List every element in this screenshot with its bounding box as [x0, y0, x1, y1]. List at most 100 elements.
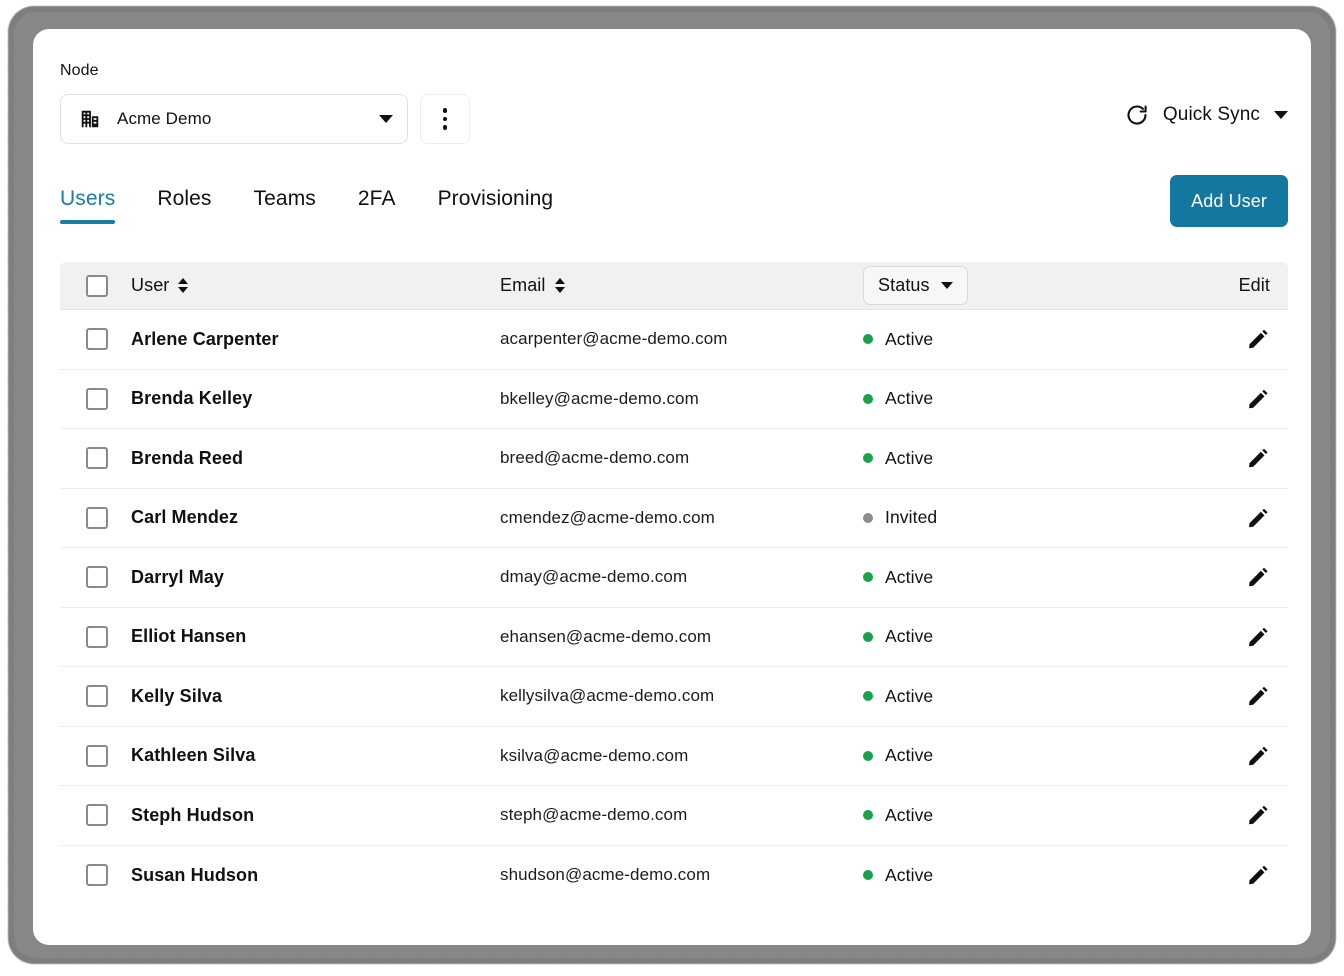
cell-user: Elliot Hansen — [131, 626, 500, 647]
select-all-checkbox[interactable] — [86, 274, 108, 297]
column-header-email-label: Email — [500, 275, 546, 295]
edit-pencil-icon[interactable] — [1246, 446, 1270, 470]
kebab-dot — [442, 125, 448, 130]
status-badge: Active — [885, 745, 934, 766]
status-badge: Active — [885, 388, 934, 409]
cell-status: Active — [863, 626, 1173, 647]
user-email: shudson@acme-demo.com — [500, 865, 711, 885]
edit-pencil-icon[interactable] — [1246, 803, 1270, 827]
status-badge: Active — [885, 566, 934, 587]
table-row[interactable]: Brenda Reed breed@acme-demo.com Active — [60, 429, 1288, 489]
row-checkbox[interactable] — [86, 387, 108, 410]
sort-icon[interactable] — [178, 278, 189, 293]
status-dot — [863, 810, 873, 821]
row-checkbox[interactable] — [86, 804, 108, 827]
edit-pencil-icon[interactable] — [1246, 565, 1270, 589]
row-checkbox[interactable] — [86, 864, 108, 887]
column-header-user[interactable]: User — [131, 275, 500, 296]
row-checkbox[interactable] — [86, 506, 108, 529]
cell-email: acarpenter@acme-demo.com — [500, 329, 863, 349]
status-dot — [863, 334, 873, 345]
user-name: Brenda Kelley — [131, 388, 253, 409]
add-user-button[interactable]: Add User — [1170, 175, 1288, 227]
row-select-cell — [60, 864, 131, 887]
row-select-cell — [60, 625, 131, 648]
user-email: acarpenter@acme-demo.com — [500, 329, 728, 349]
cell-edit — [1173, 684, 1288, 708]
table-row[interactable]: Brenda Kelley bkelley@acme-demo.com Active — [60, 370, 1288, 429]
chevron-down-icon — [940, 282, 953, 289]
tab-2fa[interactable]: 2FA — [358, 187, 396, 224]
user-email: dmay@acme-demo.com — [500, 567, 688, 587]
status-filter-dropdown[interactable]: Status — [863, 266, 968, 305]
edit-pencil-icon[interactable] — [1246, 387, 1270, 411]
edit-pencil-icon[interactable] — [1246, 684, 1270, 708]
table-row[interactable]: Steph Hudson steph@acme-demo.com Active — [60, 786, 1288, 846]
tab-users[interactable]: Users — [60, 187, 116, 224]
status-dot — [863, 453, 873, 464]
user-name: Elliot Hansen — [131, 626, 247, 647]
row-checkbox[interactable] — [86, 447, 108, 470]
cell-email: steph@acme-demo.com — [500, 805, 863, 825]
user-email: steph@acme-demo.com — [500, 805, 688, 825]
cell-edit — [1173, 803, 1288, 827]
tab-roles[interactable]: Roles — [157, 187, 211, 224]
cell-user: Darryl May — [131, 567, 500, 588]
cell-edit — [1173, 565, 1288, 589]
column-header-edit: Edit — [1173, 275, 1288, 296]
row-checkbox[interactable] — [86, 566, 108, 589]
cell-status: Active — [863, 329, 1173, 350]
node-selector[interactable]: Acme Demo — [60, 94, 408, 144]
building-icon — [79, 108, 101, 130]
status-dot — [863, 870, 873, 881]
chevron-down-icon — [379, 115, 393, 123]
cell-status: Active — [863, 865, 1173, 886]
edit-pencil-icon[interactable] — [1246, 863, 1270, 887]
edit-pencil-icon[interactable] — [1246, 327, 1270, 351]
tab-provisioning[interactable]: Provisioning — [438, 187, 554, 224]
cell-status: Active — [863, 448, 1173, 469]
node-more-options-button[interactable] — [420, 94, 470, 144]
table-body: Arlene Carpenter acarpenter@acme-demo.com… — [60, 310, 1288, 905]
row-checkbox[interactable] — [86, 744, 108, 767]
cell-user: Brenda Reed — [131, 448, 500, 469]
edit-pencil-icon[interactable] — [1246, 744, 1270, 768]
edit-pencil-icon[interactable] — [1246, 625, 1270, 649]
user-email: ksilva@acme-demo.com — [500, 745, 689, 765]
cell-email: breed@acme-demo.com — [500, 448, 863, 468]
table-row[interactable]: Darryl May dmay@acme-demo.com Active — [60, 548, 1288, 608]
status-dot — [863, 393, 873, 404]
table-row[interactable]: Arlene Carpenter acarpenter@acme-demo.com… — [60, 310, 1288, 370]
table-row[interactable]: Elliot Hansen ehansen@acme-demo.com Active — [60, 608, 1288, 667]
refresh-icon — [1125, 103, 1149, 127]
row-checkbox[interactable] — [86, 685, 108, 708]
cell-edit — [1173, 387, 1288, 411]
table-row[interactable]: Kelly Silva kellysilva@acme-demo.com Activ… — [60, 667, 1288, 727]
tab-bar: Users Roles Teams 2FA Provisioning — [60, 187, 553, 224]
user-name: Carl Mendez — [131, 507, 239, 528]
cell-user: Kelly Silva — [131, 686, 500, 707]
row-select-cell — [60, 506, 131, 529]
row-checkbox[interactable] — [86, 625, 108, 648]
table-row[interactable]: Kathleen Silva ksilva@acme-demo.com Active — [60, 727, 1288, 786]
cell-edit — [1173, 506, 1288, 530]
cell-user: Carl Mendez — [131, 507, 500, 528]
table-header-row: User Email Status Edit — [60, 262, 1288, 310]
edit-pencil-icon[interactable] — [1246, 506, 1270, 530]
sort-icon[interactable] — [554, 278, 565, 293]
status-badge: Active — [885, 626, 934, 647]
app-card: Node Acme Demo Quick Sync Users Roles Te… — [33, 29, 1311, 945]
kebab-dot — [442, 108, 448, 113]
tab-teams[interactable]: Teams — [254, 187, 316, 224]
table-row[interactable]: Susan Hudson shudson@acme-demo.com Active — [60, 846, 1288, 906]
status-badge: Active — [885, 685, 934, 706]
status-badge: Invited — [885, 507, 938, 528]
row-checkbox[interactable] — [86, 328, 108, 351]
cell-email: kellysilva@acme-demo.com — [500, 686, 863, 706]
user-name: Darryl May — [131, 566, 225, 587]
cell-status: Active — [863, 805, 1173, 826]
cell-email: dmay@acme-demo.com — [500, 567, 863, 587]
table-row[interactable]: Carl Mendez cmendez@acme-demo.com Invited — [60, 489, 1288, 548]
quick-sync-button[interactable]: Quick Sync — [1125, 103, 1288, 127]
column-header-email[interactable]: Email — [500, 275, 863, 296]
